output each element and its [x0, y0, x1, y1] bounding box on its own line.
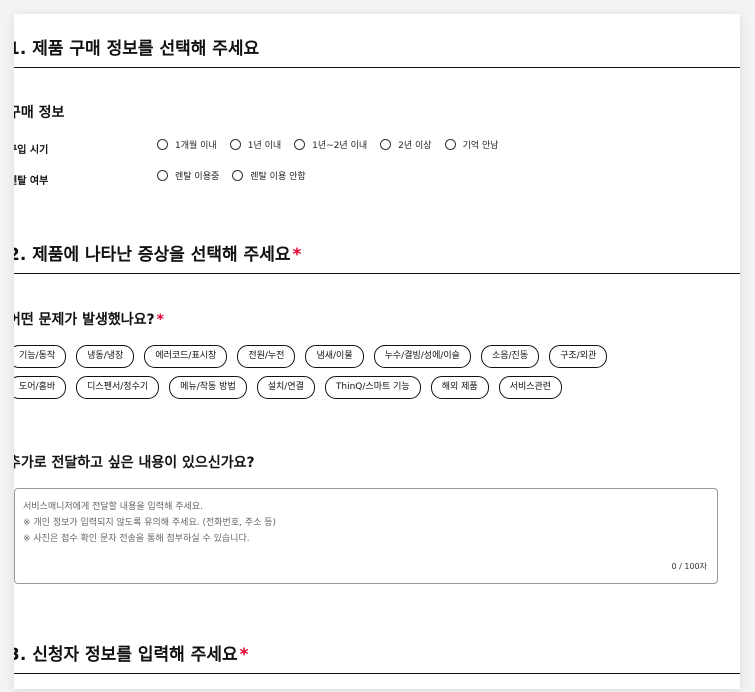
chip-symptom[interactable]: 냄새/이물: [305, 345, 364, 368]
chip-symptom[interactable]: 구조/외관: [549, 345, 608, 368]
symptom-chips: 기능/동작 냉동/냉장 에러코드/표시창 전원/누전 냄새/이물 누수/결빙/성…: [14, 345, 668, 407]
radio-circle[interactable]: [157, 170, 168, 181]
extra-message-textarea[interactable]: 서비스매니저에게 전달할 내용을 입력해 주세요. ※ 개인 정보가 입력되지 …: [14, 488, 718, 584]
radio-purchase-1month[interactable]: 1개월 이내: [157, 138, 217, 151]
chip-symptom[interactable]: 소음/진동: [480, 345, 540, 368]
form-card: 1. 제품 구매 정보를 선택해 주세요 구매 정보 구입 시기 1개월 이내 …: [14, 14, 740, 689]
chip-symptom[interactable]: 냉동/냉장: [76, 345, 135, 368]
symptom-question: 어떤 문제가 발생했나요? *: [14, 312, 164, 328]
rental-label: 렌탈 여부: [14, 176, 49, 187]
radio-rental-no[interactable]: 렌탈 이용 안함: [232, 169, 306, 182]
radio-rental-yes[interactable]: 렌탈 이용중: [157, 169, 219, 182]
page: 1. 제품 구매 정보를 선택해 주세요 구매 정보 구입 시기 1개월 이내 …: [0, 0, 755, 692]
radio-circle[interactable]: [444, 139, 456, 150]
radio-purchase-2years-plus[interactable]: 2년 이상: [380, 138, 432, 151]
chip-symptom[interactable]: 에러코드/표시창: [144, 345, 228, 368]
section2-title: 2. 제품에 나타난 증상을 선택해 주세요 *: [14, 245, 302, 265]
required-mark: *: [239, 645, 249, 665]
chip-symptom[interactable]: ThinQ/스마트 기능: [324, 376, 421, 399]
radio-circle[interactable]: [229, 139, 241, 150]
section3-divider: [14, 673, 740, 674]
purchase-info-title: 구매 정보: [14, 105, 65, 121]
radio-purchase-1year[interactable]: 1년 이내: [229, 138, 281, 151]
radio-circle[interactable]: [157, 139, 168, 150]
radio-purchase-unknown[interactable]: 기억 안남: [444, 138, 499, 151]
purchase-period-group: 1개월 이내 1년 이내 1년~2년 이내 2년 이상 기억 안남: [157, 138, 512, 151]
chip-symptom[interactable]: 도어/홈바: [14, 376, 67, 399]
section3-title: 3. 신청자 정보를 입력해 주세요 *: [14, 645, 249, 665]
chip-symptom[interactable]: 기능/동작: [14, 345, 67, 368]
required-mark: *: [292, 245, 302, 265]
chip-symptom[interactable]: 서비스관련: [498, 376, 563, 399]
chip-symptom[interactable]: 디스펜서/정수기: [76, 376, 160, 399]
purchase-period-label: 구입 시기: [14, 145, 49, 156]
textarea-placeholder-line: ※ 개인 정보가 입력되지 않도록 유의해 주세요. (전화번호, 주소 등): [23, 518, 277, 528]
rental-group: 렌탈 이용중 렌탈 이용 안함: [157, 169, 319, 182]
section2-divider: [14, 273, 740, 274]
textarea-placeholder-line: ※ 사진은 접수 확인 문자 전송을 통해 첨부하실 수 있습니다.: [23, 534, 250, 544]
chip-symptom[interactable]: 전원/누전: [237, 345, 296, 368]
chip-symptom[interactable]: 누수/결빙/성에/이슬: [373, 345, 471, 368]
radio-purchase-1to2years[interactable]: 1년~2년 이내: [294, 138, 367, 151]
section1-divider: [14, 67, 740, 68]
chip-symptom[interactable]: 해외 제품: [430, 376, 489, 399]
section1-title: 1. 제품 구매 정보를 선택해 주세요: [14, 39, 260, 59]
extra-question: 추가로 전달하고 싶은 내용이 있으신가요?: [14, 455, 255, 471]
chip-symptom[interactable]: 메뉴/작동 방법: [169, 376, 247, 399]
chip-symptom[interactable]: 설치/연결: [256, 376, 315, 399]
radio-circle[interactable]: [380, 139, 392, 150]
radio-circle[interactable]: [294, 139, 306, 150]
textarea-placeholder-line: 서비스매니저에게 전달할 내용을 입력해 주세요.: [23, 502, 203, 512]
required-mark: *: [156, 312, 164, 328]
char-counter: 0 / 100자: [671, 562, 707, 571]
radio-circle[interactable]: [232, 170, 244, 181]
